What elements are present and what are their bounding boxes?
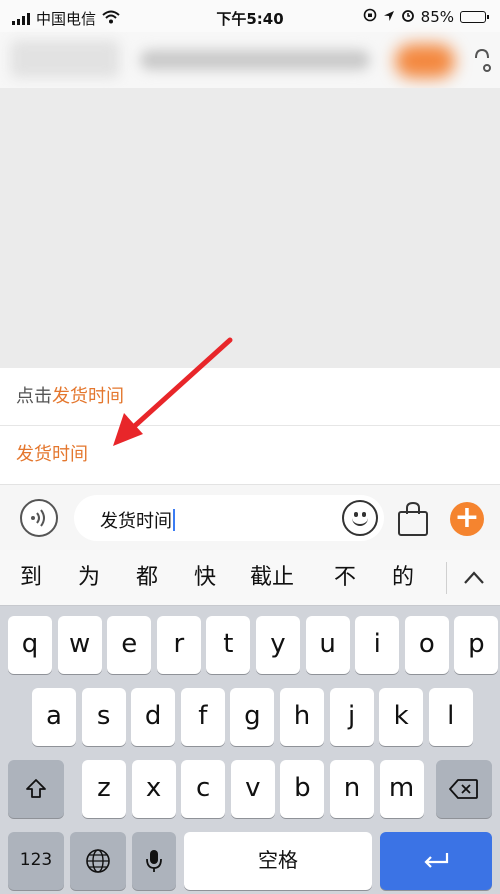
location-icon — [383, 8, 395, 26]
candidate-word[interactable]: 不 — [334, 550, 356, 606]
key-j[interactable]: j — [329, 688, 374, 746]
rotation-lock-icon — [363, 8, 377, 26]
microphone-icon — [146, 849, 162, 872]
candidate-word[interactable]: 到 — [20, 550, 42, 606]
key-i[interactable]: i — [355, 616, 400, 674]
key-b[interactable]: b — [280, 760, 325, 818]
delete-key[interactable] — [436, 760, 492, 818]
voice-wave-icon — [31, 509, 45, 527]
suggestion-prefix: 点击 — [16, 386, 52, 407]
key-h[interactable]: h — [280, 688, 324, 746]
key-l[interactable]: l — [428, 688, 473, 746]
return-icon — [424, 853, 449, 868]
message-input-bar: 发货时间 + — [0, 484, 500, 550]
ime-candidate-bar: 到为都快截止不的 — [0, 550, 500, 606]
emoji-mouth — [352, 516, 368, 526]
status-bar: 中国电信 下午5:40 85% — [0, 0, 500, 32]
blurred-avatar — [10, 40, 120, 78]
suggestion-highlight: 发货时间 — [52, 386, 124, 407]
numbers-key[interactable]: 123 — [8, 832, 64, 890]
message-input-value: 发货时间 — [100, 507, 175, 533]
globe-icon — [86, 848, 110, 873]
key-e[interactable]: e — [107, 616, 152, 674]
key-x[interactable]: x — [131, 760, 176, 818]
chevron-up-icon[interactable] — [458, 564, 490, 592]
shift-key[interactable] — [8, 760, 64, 818]
key-k[interactable]: k — [379, 688, 424, 746]
suggestion-list: 点击发货时间 发货时间 — [0, 368, 500, 484]
globe-key[interactable] — [70, 832, 126, 890]
key-w[interactable]: w — [57, 616, 102, 674]
key-u[interactable]: u — [305, 616, 350, 674]
key-g[interactable]: g — [230, 688, 275, 746]
key-o[interactable]: o — [404, 616, 449, 674]
dictation-key[interactable] — [132, 832, 176, 890]
key-s[interactable]: s — [81, 688, 126, 746]
status-right: 85% — [363, 8, 489, 26]
key-d[interactable]: d — [131, 688, 176, 746]
chat-messages-area — [0, 88, 500, 368]
alarm-icon — [401, 8, 415, 26]
suggestion-item[interactable]: 发货时间 — [0, 426, 500, 484]
key-f[interactable]: f — [180, 688, 225, 746]
battery-icon — [460, 11, 489, 23]
emoji-icon[interactable] — [342, 500, 378, 536]
space-key[interactable]: 空格 — [184, 832, 372, 890]
key-p[interactable]: p — [454, 616, 499, 674]
key-y[interactable]: y — [256, 616, 300, 674]
shift-arrow-icon — [26, 778, 46, 798]
key-z[interactable]: z — [82, 760, 126, 818]
candidate-word[interactable]: 快 — [194, 550, 216, 606]
key-n[interactable]: n — [330, 760, 374, 818]
chat-header — [0, 32, 500, 88]
message-text-field[interactable]: 发货时间 — [74, 495, 384, 541]
send-key[interactable] — [380, 832, 492, 890]
blurred-title — [140, 50, 370, 70]
candidate-word[interactable]: 截止 — [250, 550, 294, 606]
key-q[interactable]: q — [8, 616, 52, 674]
backspace-icon — [449, 778, 478, 799]
text-caret — [173, 509, 175, 531]
key-v[interactable]: v — [230, 760, 275, 818]
message-input-text: 发货时间 — [100, 511, 172, 532]
blurred-button[interactable] — [395, 44, 455, 78]
suggestion-item[interactable]: 点击发货时间 — [0, 368, 500, 426]
key-r[interactable]: r — [156, 616, 201, 674]
candidate-word[interactable]: 都 — [136, 550, 158, 606]
candidate-word[interactable]: 为 — [78, 550, 100, 606]
plus-button[interactable]: + — [450, 502, 484, 536]
settings-icon[interactable] — [472, 48, 494, 76]
suggestion-highlight: 发货时间 — [16, 444, 88, 465]
voice-input-button[interactable] — [20, 499, 58, 537]
key-c[interactable]: c — [181, 760, 226, 818]
battery-percent: 85% — [420, 8, 454, 26]
candidate-divider — [446, 562, 447, 594]
shopping-bag-icon[interactable] — [396, 501, 430, 537]
key-a[interactable]: a — [32, 688, 76, 746]
key-t[interactable]: t — [206, 616, 251, 674]
candidate-word[interactable]: 的 — [392, 550, 414, 606]
key-m[interactable]: m — [379, 760, 424, 818]
